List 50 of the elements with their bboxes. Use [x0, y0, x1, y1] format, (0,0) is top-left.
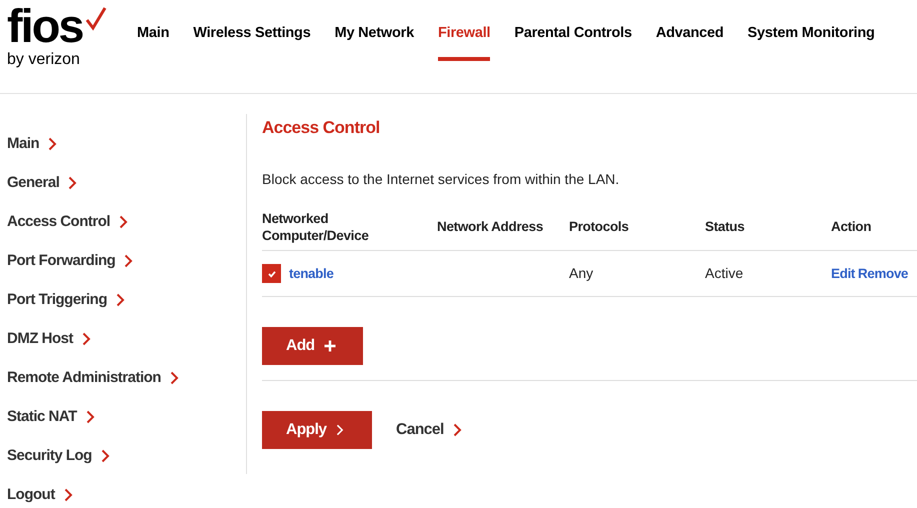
tick-icon — [266, 268, 276, 278]
sidebar-item[interactable]: General — [7, 174, 60, 191]
nav-tab[interactable]: System Monitoring — [748, 24, 875, 61]
column-header: Action — [831, 218, 872, 235]
chevron-icon — [124, 254, 134, 268]
checkbox[interactable] — [262, 264, 281, 283]
chevron-icon — [336, 424, 344, 436]
chevron-icon — [452, 423, 462, 437]
sidebar-item[interactable]: Access Control — [7, 213, 110, 230]
logo-tagline: by verizon — [7, 51, 81, 69]
nav-tab[interactable]: Wireless Settings — [193, 24, 311, 61]
plus-icon — [324, 340, 336, 352]
chevron-icon — [48, 136, 58, 150]
chevron-icon — [68, 176, 78, 190]
apply-button[interactable]: Apply — [262, 411, 372, 449]
sidebar-item[interactable]: Remote Administration — [7, 369, 161, 386]
action-link[interactable]: Remove — [858, 266, 908, 281]
column-header: Protocols — [569, 218, 630, 235]
add-button[interactable]: Add — [262, 327, 363, 365]
sidebar-item[interactable]: Port Forwarding — [7, 252, 116, 269]
table-cell: Active — [705, 264, 744, 280]
sidebar-item[interactable]: Logout — [7, 486, 55, 503]
logo-wordmark: fios — [7, 4, 83, 48]
chevron-icon — [119, 214, 128, 228]
chevron-icon — [170, 370, 179, 384]
chevron-icon — [116, 292, 126, 306]
nav-tab[interactable]: Parental Controls — [514, 24, 632, 61]
device-link[interactable]: tenable — [289, 266, 334, 281]
nav-tab[interactable]: Advanced — [656, 24, 724, 61]
chevron-icon — [86, 410, 95, 424]
column-header: Networked Computer/Device — [262, 210, 370, 244]
check-mark-icon — [84, 6, 107, 32]
table-cell: Any — [569, 264, 594, 280]
description: Block access to the Internet services from within the LAN. — [262, 171, 620, 187]
nav-tab[interactable]: Main — [137, 24, 170, 61]
action-link[interactable]: Edit — [831, 266, 855, 281]
chevron-icon — [64, 488, 73, 502]
nav-tab[interactable]: My Network — [334, 24, 414, 61]
sidebar-item[interactable]: Port Triggering — [7, 291, 108, 308]
sidebar-item[interactable]: Security Log — [7, 447, 92, 464]
cancel-link[interactable]: Cancel — [396, 421, 444, 439]
section-title: Access Control — [262, 118, 381, 138]
column-header: Network Address — [437, 218, 544, 235]
column-header: Status — [705, 218, 746, 235]
sidebar-item[interactable]: Static NAT — [7, 408, 77, 425]
chevron-icon — [100, 448, 110, 462]
sidebar-item[interactable]: Main — [7, 135, 40, 152]
sidebar-item[interactable]: DMZ Host — [7, 330, 73, 347]
nav-tab[interactable]: Firewall — [438, 24, 490, 61]
chevron-icon — [82, 332, 91, 346]
